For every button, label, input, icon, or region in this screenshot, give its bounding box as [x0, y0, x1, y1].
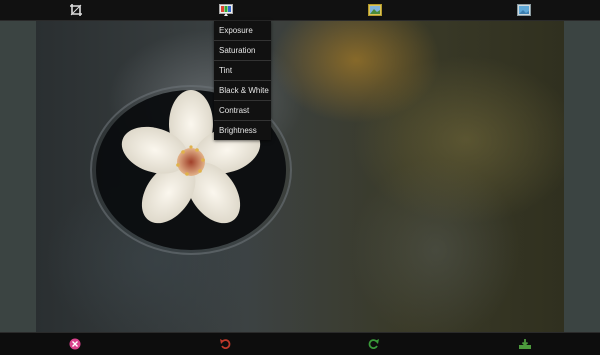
menu-item-black-white[interactable]: Black & White	[214, 81, 271, 101]
image-icon	[517, 4, 531, 16]
right-side-panel	[564, 20, 600, 333]
adjustments-menu: Exposure Saturation Tint Black & White C…	[214, 21, 271, 140]
save-button[interactable]	[515, 336, 535, 352]
effects-icon	[219, 4, 233, 16]
save-icon	[519, 339, 531, 349]
undo-icon	[220, 339, 231, 349]
bottom-toolbar	[0, 332, 600, 355]
effects-button[interactable]	[216, 2, 236, 18]
redo-button[interactable]	[364, 336, 384, 352]
menu-item-tint[interactable]: Tint	[214, 61, 271, 81]
crop-icon	[70, 4, 82, 16]
crop-button[interactable]	[66, 2, 86, 18]
photo-frame-button[interactable]	[365, 2, 385, 18]
top-toolbar	[0, 0, 600, 21]
menu-item-saturation[interactable]: Saturation	[214, 41, 271, 61]
menu-item-brightness[interactable]: Brightness	[214, 121, 271, 140]
cancel-button[interactable]	[65, 336, 85, 352]
redo-icon	[368, 339, 379, 349]
left-side-panel	[0, 20, 36, 333]
undo-button[interactable]	[215, 336, 235, 352]
flower-image	[90, 85, 292, 255]
photo-canvas[interactable]	[36, 20, 564, 333]
photo-frame-icon	[368, 4, 382, 16]
menu-item-exposure[interactable]: Exposure	[214, 21, 271, 41]
image-button[interactable]	[514, 2, 534, 18]
cancel-icon	[69, 338, 81, 350]
menu-item-contrast[interactable]: Contrast	[214, 101, 271, 121]
